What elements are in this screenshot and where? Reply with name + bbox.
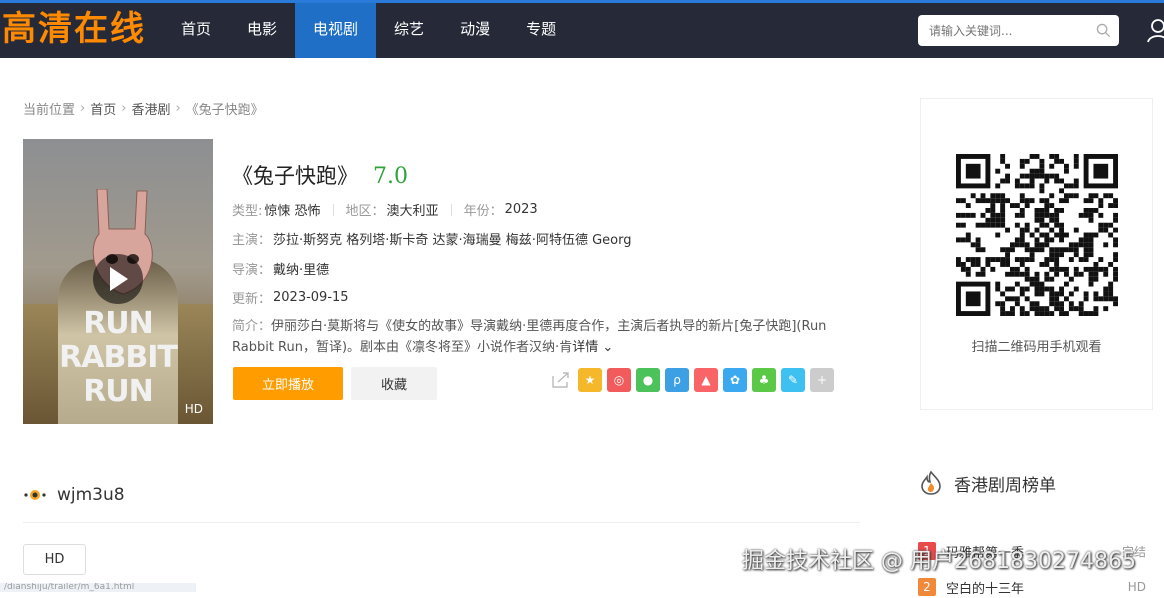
search-icon[interactable] <box>1096 23 1111 38</box>
chevron-right-icon: › <box>121 101 127 116</box>
updated-line: 更新： 2023-09-15 <box>232 288 349 307</box>
site-logo[interactable]: 高清在线 <box>2 6 146 52</box>
watermark: 掘金技术社区 @ 用户2681830274865 <box>742 549 1136 574</box>
rank-item[interactable]: 2 空白的十三年 HD <box>918 576 1164 598</box>
intro: 简介：伊丽莎白·莫斯将与《使女的故事》导演戴纳·里德再度合作，主演后者执导的新片… <box>232 316 842 358</box>
more-label: 详情 <box>572 340 599 355</box>
qq-icon[interactable]: ▲ <box>694 368 718 392</box>
chevron-down-icon: ⌄ <box>598 340 614 355</box>
source-name: wjm3u8 <box>57 485 125 505</box>
user-icon[interactable] <box>1146 18 1164 44</box>
updated-label: 更新： <box>232 292 272 307</box>
nav-topic[interactable]: 专题 <box>508 3 574 58</box>
favorite-button[interactable]: 收藏 <box>351 367 437 400</box>
rank-title: 香港剧周榜单 <box>954 475 1056 496</box>
top-header: 高清在线 首页 电影 电视剧 综艺 动漫 专题 <box>0 0 1164 58</box>
divider <box>332 203 334 216</box>
qr-caption: 扫描二维码用手机观看 <box>971 340 1102 355</box>
meta-line: 类型: 惊悚 恐怖 地区： 澳大利亚 年份： 2023 <box>232 200 538 219</box>
more-link[interactable]: 详情 ⌄ <box>572 340 613 355</box>
rank-number: 2 <box>918 578 936 596</box>
director-label: 导演： <box>232 263 272 278</box>
chevron-right-icon: › <box>175 101 181 116</box>
actors-label: 主演： <box>232 233 272 248</box>
nav-tv[interactable]: 电视剧 <box>295 3 377 58</box>
main-nav: 首页 电影 电视剧 综艺 动漫 专题 <box>163 3 574 58</box>
nav-anime[interactable]: 动漫 <box>442 3 508 58</box>
rank-header: 香港剧周榜单 <box>918 470 1056 496</box>
year-value[interactable]: 2023 <box>505 202 538 217</box>
fire-icon <box>921 470 941 495</box>
movie-score: 7.0 <box>373 164 408 189</box>
intro-label: 简介： <box>232 319 272 334</box>
poster-title-line: RUN <box>83 306 154 341</box>
play-icon[interactable] <box>93 254 143 304</box>
chevron-right-icon: › <box>80 101 86 116</box>
qr-panel: 扫描二维码用手机观看 <box>920 98 1153 410</box>
episode-button[interactable]: HD <box>23 544 86 575</box>
play-now-button[interactable]: 立即播放 <box>233 367 343 400</box>
source-icon <box>24 490 46 500</box>
movie-title: 《兔子快跑》 <box>232 164 358 188</box>
breadcrumb-category[interactable]: 香港剧 <box>131 99 170 118</box>
tieba-icon[interactable]: ρ <box>665 368 689 392</box>
breadcrumb-current: 《兔子快跑》 <box>185 103 264 118</box>
actors-line: 主演： 莎拉·斯努克 格列塔·斯卡奇 达蒙·海瑞曼 梅兹·阿特伍德 Georg <box>232 229 631 248</box>
nav-home[interactable]: 首页 <box>163 3 229 58</box>
region-label: 地区： <box>345 204 385 219</box>
weibo-icon[interactable]: ◎ <box>607 368 631 392</box>
breadcrumb: 当前位置 › 首页 › 香港剧 › 《兔子快跑》 <box>23 99 264 118</box>
intro-text: 伊丽莎白·莫斯将与《使女的故事》导演戴纳·里德再度合作，主演后者执导的新片[兔子… <box>232 319 827 355</box>
source-header: wjm3u8 <box>23 485 125 505</box>
updated-value: 2023-09-15 <box>273 290 349 305</box>
search-input[interactable] <box>918 15 1088 46</box>
rank-name[interactable]: 空白的十三年 <box>946 578 1128 597</box>
director-value[interactable]: 戴纳·里德 <box>273 259 329 278</box>
movie-poster[interactable]: RUN RABBIT RUN HD <box>23 139 213 424</box>
divider <box>450 203 452 216</box>
type-value[interactable]: 惊悚 恐怖 <box>264 200 320 219</box>
clover-icon[interactable]: ♣ <box>752 368 776 392</box>
poster-title-line: RABBIT <box>59 340 178 375</box>
qzone-icon[interactable]: ★ <box>578 368 602 392</box>
more-icon[interactable]: + <box>810 368 834 392</box>
quality-badge: HD <box>184 402 203 416</box>
nav-movie[interactable]: 电影 <box>229 3 295 58</box>
share-bar: ★ ◎ ● ρ ▲ ✿ ♣ ✎ + <box>549 368 839 392</box>
baidu-icon[interactable]: ✿ <box>723 368 747 392</box>
search-box <box>918 15 1119 46</box>
share-icon[interactable] <box>549 368 573 392</box>
note-icon[interactable]: ✎ <box>781 368 805 392</box>
title-row: 《兔子快跑》 7.0 <box>232 160 408 190</box>
qr-code-icon <box>956 154 1118 316</box>
status-url: /dianshiju/trailer/m_6a1.html <box>0 583 196 592</box>
actors-value[interactable]: 莎拉·斯努克 格列塔·斯卡奇 达蒙·海瑞曼 梅兹·阿特伍德 Georg <box>273 229 631 248</box>
breadcrumb-label: 当前位置 <box>23 103 76 118</box>
year-label: 年份： <box>463 204 503 219</box>
breadcrumb-home[interactable]: 首页 <box>90 99 116 118</box>
wechat-icon[interactable]: ● <box>636 368 660 392</box>
nav-variety[interactable]: 综艺 <box>376 3 442 58</box>
type-label: 类型: <box>232 204 263 219</box>
region-value[interactable]: 澳大利亚 <box>387 200 439 219</box>
director-line: 导演： 戴纳·里德 <box>232 259 329 278</box>
poster-title: RUN RABBIT RUN <box>23 307 213 409</box>
section-divider <box>23 522 860 523</box>
